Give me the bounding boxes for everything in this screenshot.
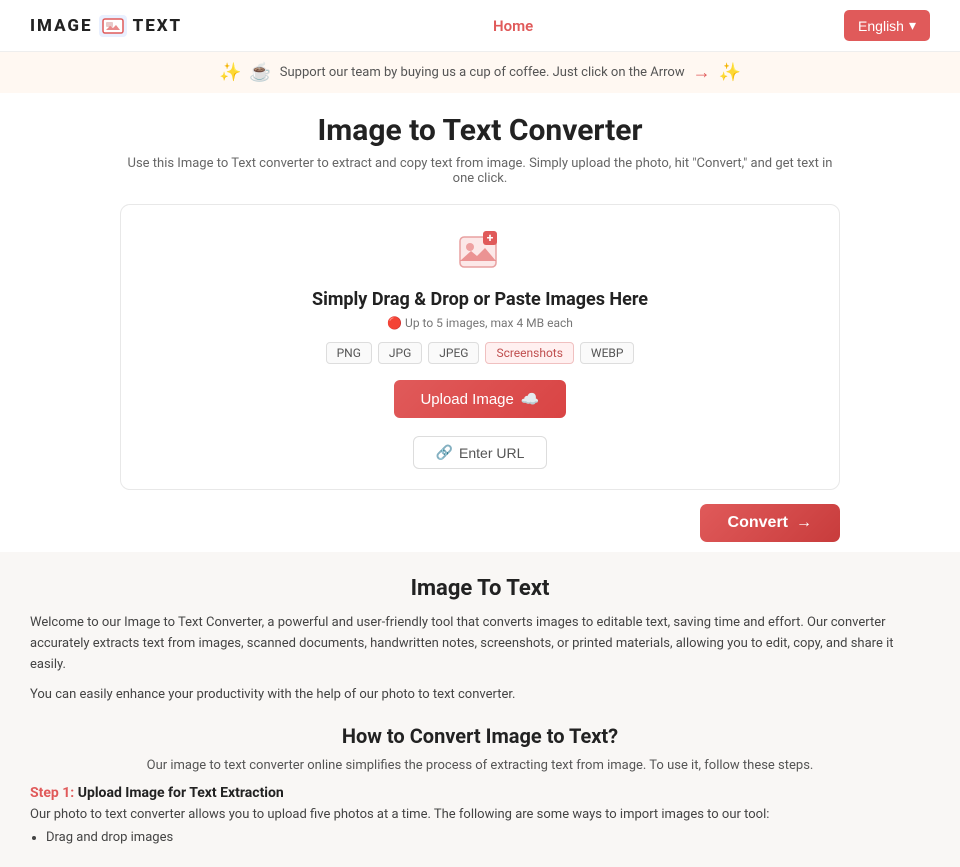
convert-button[interactable]: Convert → [700,504,840,542]
page-subtitle: Use this Image to Text converter to extr… [120,156,840,186]
upload-image-button[interactable]: Upload Image ☁️ [394,380,565,418]
badge-webp: WEBP [580,342,635,364]
info-title: Image To Text [30,576,930,601]
header: IMAGE TEXT Home English ▾ [0,0,960,52]
language-button[interactable]: English ▾ [844,10,930,41]
convert-row: Convert → [120,504,840,542]
info-section: Image To Text Welcome to our Image to Te… [0,552,960,867]
badge-jpeg: JPEG [428,342,479,364]
banner-emoji-coffee: ☕ [249,62,271,83]
step1-label: Step 1: [30,785,74,801]
banner-text: Support our team by buying us a cup of c… [280,65,685,80]
enter-url-button[interactable]: 🔗 Enter URL [413,436,548,469]
logo-icon [99,15,127,37]
howto-sub: Our image to text converter online simpl… [30,758,930,773]
step1-list: Drag and drop images [30,830,930,845]
main-content: Image to Text Converter Use this Image t… [100,93,860,542]
page-title: Image to Text Converter [120,113,840,148]
announcement-banner: ✨ ☕ Support our team by buying us a cup … [0,52,960,93]
info-desc: Welcome to our Image to Text Converter, … [30,613,930,675]
logo-text-image: IMAGE [30,16,93,36]
upload-icon: + [455,229,505,279]
logo: IMAGE TEXT [30,15,182,37]
badge-jpg: JPG [378,342,422,364]
banner-arrow: → [693,62,711,83]
banner-emoji-right: ✨ [719,62,741,83]
format-badges: PNG JPG JPEG Screenshots WEBP [141,342,819,364]
cloud-icon: ☁️ [521,390,540,408]
badge-screenshots: Screenshots [485,342,573,364]
limit-icon: 🔴 [387,316,402,330]
upload-limit: 🔴 Up to 5 images, max 4 MB each [141,316,819,330]
badge-png: PNG [326,342,372,364]
step1-title: Step 1: Upload Image for Text Extraction [30,785,930,801]
step1-list-item: Drag and drop images [46,830,930,845]
nav-home[interactable]: Home [493,17,533,35]
banner-emoji-left: ✨ [219,62,241,83]
howto-title: How to Convert Image to Text? [30,724,930,748]
logo-text-text: TEXT [133,16,183,36]
step1-title-text: Upload Image for Text Extraction [78,785,284,801]
limit-text: Up to 5 images, max 4 MB each [405,316,573,330]
info-desc2: You can easily enhance your productivity… [30,685,930,706]
nav: Home [493,17,533,35]
upload-actions: Upload Image ☁️ [141,380,819,428]
link-icon: 🔗 [436,444,453,461]
svg-text:+: + [487,231,494,245]
step1-desc: Our photo to text converter allows you t… [30,805,930,826]
upload-box: + Simply Drag & Drop or Paste Images Her… [120,204,840,490]
drag-drop-title: Simply Drag & Drop or Paste Images Here [141,289,819,310]
